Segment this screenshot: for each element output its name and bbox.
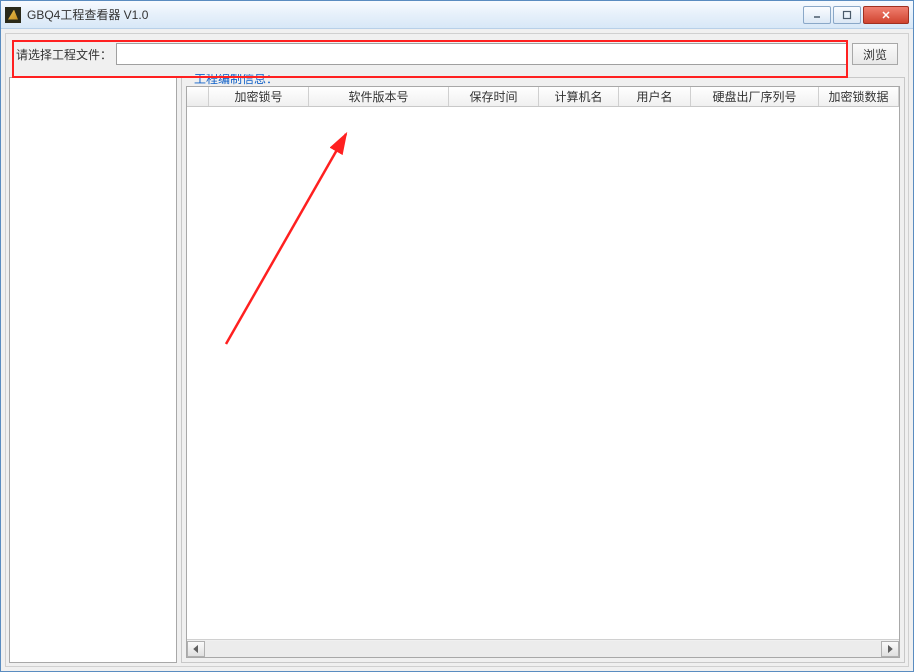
window-title: GBQ4工程查看器 V1.0 bbox=[27, 6, 803, 23]
scroll-left-button[interactable] bbox=[187, 641, 205, 657]
grid-col-disk-serial[interactable]: 硬盘出厂序列号 bbox=[691, 87, 819, 106]
main-split: 工程编制信息： 加密锁号 软件版本号 保存时间 计算机名 用户名 硬盘出厂序列号… bbox=[6, 74, 908, 666]
app-icon bbox=[5, 7, 21, 23]
file-select-row: 请选择工程文件： 浏览 bbox=[6, 34, 908, 74]
window-controls bbox=[803, 6, 909, 24]
maximize-button[interactable] bbox=[833, 6, 861, 24]
info-fieldset: 工程编制信息： 加密锁号 软件版本号 保存时间 计算机名 用户名 硬盘出厂序列号… bbox=[181, 77, 905, 663]
application-window: GBQ4工程查看器 V1.0 请选择工程文件： 浏览 bbox=[0, 0, 914, 672]
grid-header-row: 加密锁号 软件版本号 保存时间 计算机名 用户名 硬盘出厂序列号 加密锁数据 bbox=[187, 87, 899, 107]
close-button[interactable] bbox=[863, 6, 909, 24]
grid-horizontal-scrollbar[interactable] bbox=[187, 639, 899, 657]
grid-col-user[interactable]: 用户名 bbox=[619, 87, 691, 106]
grid-col-computer[interactable]: 计算机名 bbox=[539, 87, 619, 106]
grid-body[interactable] bbox=[187, 107, 899, 639]
file-select-label: 请选择工程文件： bbox=[16, 46, 112, 63]
left-tree-pane[interactable] bbox=[9, 77, 177, 663]
grid-row-number-header[interactable] bbox=[187, 87, 209, 106]
file-path-input[interactable] bbox=[116, 43, 848, 65]
grid-col-lock-data[interactable]: 加密锁数据 bbox=[819, 87, 899, 106]
client-area: 请选择工程文件： 浏览 工程编制信息： 加密锁号 软件版本号 保存 bbox=[1, 29, 913, 671]
right-pane: 工程编制信息： 加密锁号 软件版本号 保存时间 计算机名 用户名 硬盘出厂序列号… bbox=[181, 77, 905, 663]
minimize-button[interactable] bbox=[803, 6, 831, 24]
browse-button[interactable]: 浏览 bbox=[852, 43, 898, 65]
grid-col-lock-id[interactable]: 加密锁号 bbox=[209, 87, 309, 106]
scroll-right-button[interactable] bbox=[881, 641, 899, 657]
grid-col-version[interactable]: 软件版本号 bbox=[309, 87, 449, 106]
grid-col-save-time[interactable]: 保存时间 bbox=[449, 87, 539, 106]
titlebar[interactable]: GBQ4工程查看器 V1.0 bbox=[1, 1, 913, 29]
data-grid[interactable]: 加密锁号 软件版本号 保存时间 计算机名 用户名 硬盘出厂序列号 加密锁数据 bbox=[186, 86, 900, 658]
scroll-track[interactable] bbox=[205, 641, 881, 657]
